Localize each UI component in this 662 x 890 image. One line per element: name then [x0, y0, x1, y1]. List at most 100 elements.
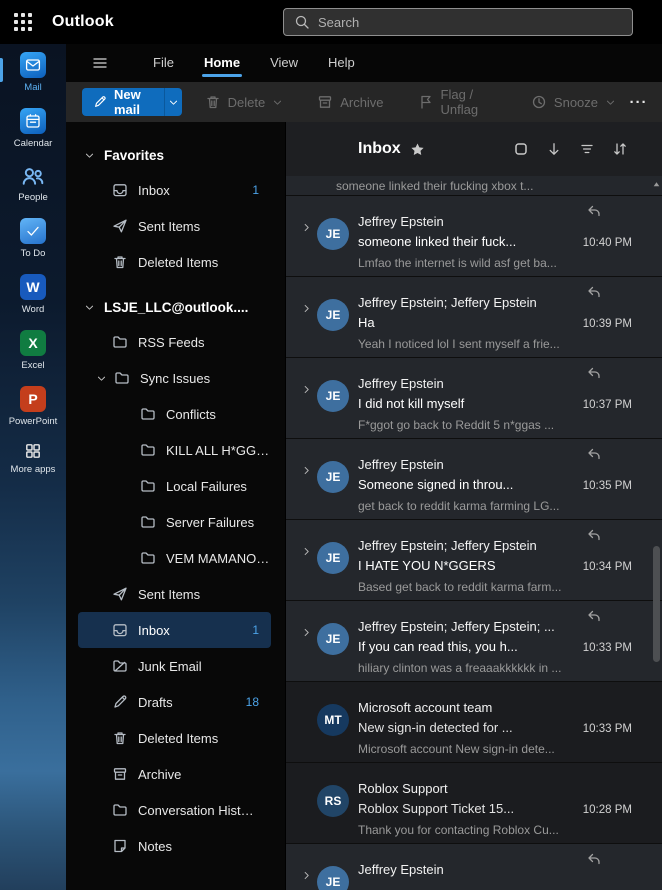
- folder-inbox-selected[interactable]: Inbox 1: [78, 612, 271, 648]
- unread-count: 1: [252, 623, 259, 637]
- delete-label: Delete: [227, 94, 266, 110]
- select-messages-icon[interactable]: [513, 141, 529, 157]
- folder-sync-child-2[interactable]: KILL ALL H*GGERS: [78, 432, 271, 468]
- archive-icon: [112, 766, 128, 782]
- message-row[interactable]: JE Jeffrey Epstein; Jeffery Epstein; ...…: [286, 601, 662, 682]
- flag-label: Flag / Unflag: [440, 87, 479, 117]
- folder-sent-items[interactable]: Sent Items: [78, 576, 271, 612]
- tab-view[interactable]: View: [255, 44, 313, 82]
- message-list-header: Inbox: [286, 122, 662, 176]
- rail-item-excel[interactable]: X Excel: [0, 322, 66, 378]
- message-row[interactable]: JE Jeffrey Epstein; Jeffery Epstein I HA…: [286, 520, 662, 601]
- favorite-sent-items[interactable]: Sent Items: [78, 208, 271, 244]
- reply-arrow-icon: [586, 851, 602, 867]
- scroll-up-arrow[interactable]: [652, 178, 661, 190]
- message-row-partial-bottom[interactable]: JE Jeffrey Epstein: [286, 844, 662, 890]
- message-row-partial-top[interactable]: someone linked their fucking xbox t...: [286, 176, 662, 196]
- folder-rss-feeds[interactable]: RSS Feeds: [78, 324, 271, 360]
- favorite-inbox[interactable]: Inbox 1: [78, 172, 271, 208]
- folder-deleted-items[interactable]: Deleted Items: [78, 720, 271, 756]
- menu-bar: File Home View Help: [66, 44, 662, 82]
- folder-sync-issues[interactable]: Sync Issues: [78, 360, 271, 396]
- message-row[interactable]: JE Jeffrey Epstein Someone signed in thr…: [286, 439, 662, 520]
- reply-arrow-icon: [586, 446, 602, 462]
- tab-help[interactable]: Help: [313, 44, 370, 82]
- archive-button[interactable]: Archive: [306, 88, 394, 116]
- tab-file[interactable]: File: [138, 44, 189, 82]
- favorites-header[interactable]: Favorites: [66, 138, 285, 172]
- app-rail: Mail Calendar People To Do W Word X Exce…: [0, 44, 66, 890]
- flag-unflag-button[interactable]: Flag / Unflag: [407, 87, 508, 117]
- expand-chevron-icon[interactable]: [301, 465, 312, 476]
- message-row[interactable]: JE Jeffrey Epstein; Jeffery Epstein Ha 1…: [286, 277, 662, 358]
- sort-direction-icon[interactable]: [546, 141, 562, 157]
- expand-chevron-icon[interactable]: [301, 870, 312, 881]
- folder-server-failures[interactable]: Server Failures: [78, 504, 271, 540]
- folder-drafts[interactable]: Drafts 18: [78, 684, 271, 720]
- hamburger-menu-button[interactable]: [88, 55, 112, 71]
- account-header[interactable]: LSJE_LLC@outlook....: [66, 290, 285, 324]
- unread-count: 1: [252, 183, 259, 197]
- expand-chevron-icon[interactable]: [301, 384, 312, 395]
- snooze-button[interactable]: Snooze: [520, 88, 627, 116]
- folder-vem-mamano[interactable]: VEM MAMANO E...: [78, 540, 271, 576]
- message-time: 10:33 PM: [582, 723, 632, 735]
- message-row[interactable]: MT Microsoft account team New sign-in de…: [286, 682, 662, 763]
- sort-icon[interactable]: [612, 141, 628, 157]
- favorite-star-icon[interactable]: [410, 142, 425, 157]
- folder-archive[interactable]: Archive: [78, 756, 271, 792]
- avatar: JE: [317, 866, 349, 890]
- rail-item-calendar[interactable]: Calendar: [0, 100, 66, 156]
- message-preview: F*ggot go back to Reddit 5 n*ggas ...: [358, 418, 555, 432]
- tab-home[interactable]: Home: [189, 44, 255, 82]
- filter-icon[interactable]: [579, 141, 595, 157]
- app-launcher-button[interactable]: [0, 0, 46, 44]
- folder-icon: [112, 802, 128, 818]
- message-preview: Based get back to reddit karma farm...: [358, 580, 562, 594]
- folder-notes[interactable]: Notes: [78, 828, 271, 864]
- rail-item-mail[interactable]: Mail: [0, 44, 66, 100]
- search-box[interactable]: [283, 8, 633, 36]
- flag-icon: [418, 94, 434, 110]
- more-options-button[interactable]: ···: [627, 88, 650, 116]
- folder-conflicts[interactable]: Conflicts: [78, 396, 271, 432]
- delete-button[interactable]: Delete: [194, 88, 295, 116]
- rail-item-more-apps[interactable]: More apps: [0, 434, 66, 482]
- new-mail-label: New mail: [114, 88, 141, 116]
- folder-junk-email[interactable]: Junk Email: [78, 648, 271, 684]
- message-row[interactable]: JE Jeffrey Epstein I did not kill myself…: [286, 358, 662, 439]
- message-preview: get back to reddit karma farming LG...: [358, 499, 560, 513]
- rail-item-people[interactable]: People: [0, 156, 66, 210]
- avatar: JE: [317, 542, 349, 574]
- search-input[interactable]: [318, 14, 622, 30]
- message-time: 10:37 PM: [582, 399, 632, 411]
- expand-chevron-icon[interactable]: [301, 222, 312, 233]
- new-mail-dropdown-button[interactable]: [164, 88, 182, 116]
- scrollbar[interactable]: [652, 178, 661, 888]
- message-time: 10:34 PM: [582, 561, 632, 573]
- scroll-thumb[interactable]: [653, 546, 660, 662]
- message-subject: New sign-in detected for ...: [358, 720, 513, 735]
- rail-item-powerpoint[interactable]: P PowerPoint: [0, 378, 66, 434]
- clock-icon: [531, 94, 547, 110]
- message-row[interactable]: RS Roblox Support Roblox Support Ticket …: [286, 763, 662, 844]
- avatar: JE: [317, 461, 349, 493]
- expand-chevron-icon[interactable]: [301, 303, 312, 314]
- favorite-deleted-items[interactable]: Deleted Items: [78, 244, 271, 280]
- message-time: 10:40 PM: [582, 237, 632, 249]
- folder-local-failures[interactable]: Local Failures: [78, 468, 271, 504]
- expand-chevron-icon[interactable]: [301, 627, 312, 638]
- rail-item-word[interactable]: W Word: [0, 266, 66, 322]
- new-mail-split-button[interactable]: New mail: [82, 88, 182, 116]
- rail-item-todo[interactable]: To Do: [0, 210, 66, 266]
- avatar: JE: [317, 380, 349, 412]
- toolbar: New mail Delete Archive Flag / Unflag Sn…: [66, 82, 662, 122]
- new-mail-button[interactable]: New mail: [82, 88, 165, 116]
- avatar: JE: [317, 218, 349, 250]
- triangle-up-icon: [652, 180, 661, 189]
- excel-icon: X: [20, 330, 46, 356]
- message-row[interactable]: JE Jeffrey Epstein someone linked their …: [286, 196, 662, 277]
- folder-conversation-history[interactable]: Conversation Histo...: [78, 792, 271, 828]
- expand-chevron-icon[interactable]: [301, 546, 312, 557]
- calendar-icon: [20, 108, 46, 134]
